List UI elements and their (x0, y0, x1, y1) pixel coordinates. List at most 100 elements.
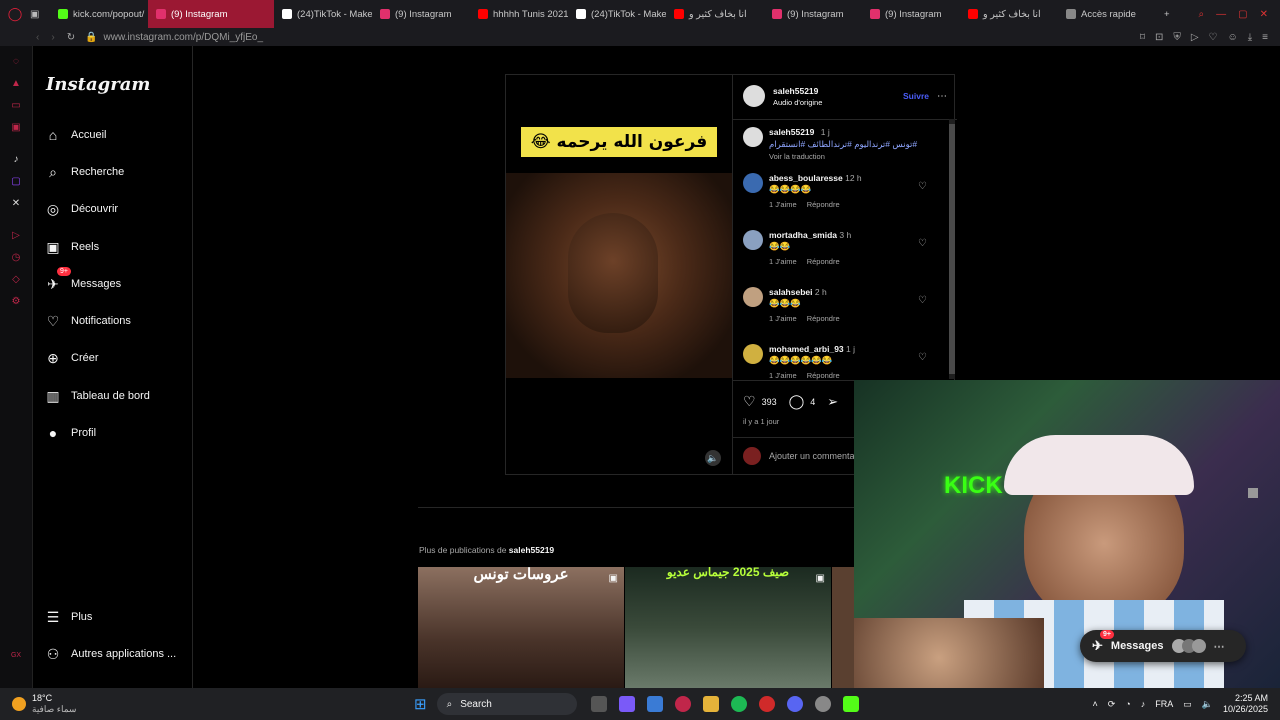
mute-icon[interactable]: 🔈 (705, 450, 721, 466)
wifi-icon[interactable]: ◔ (1125, 699, 1130, 709)
mic-icon[interactable]: ♪ (1141, 699, 1146, 709)
more-button[interactable]: ☰ Plus (45, 606, 93, 628)
nav-item-profile[interactable]: ● Profil (45, 422, 96, 444)
new-tab-button[interactable]: + (1156, 0, 1178, 28)
reply-button[interactable]: Répondre (807, 371, 840, 380)
play-icon[interactable]: ▷ (1191, 32, 1199, 43)
nav-item-search[interactable]: ⌕ Recherche (45, 161, 124, 183)
like-icon[interactable]: ♡ (743, 393, 756, 410)
workspaces-icon[interactable]: ▣ (30, 9, 50, 20)
comment-likes[interactable]: 1 J'aime (769, 314, 797, 323)
comment-like-icon[interactable]: ♡ (918, 181, 927, 192)
file-explorer-icon[interactable] (702, 696, 719, 712)
video-frame[interactable] (506, 173, 732, 378)
desc-user[interactable]: saleh55219 (769, 127, 814, 137)
like-count[interactable]: 393 (762, 397, 777, 407)
translate-link[interactable]: Voir la traduction (769, 152, 917, 161)
reply-button[interactable]: Répondre (807, 257, 840, 266)
browser-tab[interactable]: (9) Instagram (372, 0, 470, 28)
browser-tab[interactable]: (24)TikTok - Make (274, 0, 372, 28)
store-icon[interactable] (646, 696, 663, 712)
author-avatar[interactable] (743, 85, 765, 107)
browser-tab[interactable]: (9) Instagram (764, 0, 862, 28)
nav-item-messenger[interactable]: ✈ Messages 9+ (45, 267, 121, 295)
commenter-avatar[interactable] (743, 173, 763, 193)
commenter-avatar[interactable] (743, 287, 763, 307)
opera-menu-icon[interactable]: ◯ (0, 6, 30, 22)
nav-item-home[interactable]: ⌂ Accueil (45, 124, 107, 146)
comment-user[interactable]: abess_boularesse (769, 173, 843, 183)
browser-tab[interactable]: (24)TikTok - Make (568, 0, 666, 28)
browser-tab[interactable]: Accès rapide (1058, 0, 1156, 28)
reload-icon[interactable]: ↻ (67, 32, 75, 43)
desc-hashtags[interactable]: تونس #ترنداليوم #ترندالطائف #انستقرام# (769, 139, 917, 150)
copilot-icon[interactable] (618, 696, 635, 712)
back-icon[interactable]: ‹ (36, 32, 39, 43)
mail-icon[interactable]: ▣ (10, 122, 22, 134)
windows-start-icon[interactable]: ⊞ (414, 695, 427, 713)
heart-icon[interactable]: ♡ (1209, 32, 1218, 43)
browser-tab[interactable]: hhhhh Tunis 2021 (470, 0, 568, 28)
url-field[interactable]: www.instagram.com/p/DQMi_yfjEo_ (104, 32, 264, 43)
comment-likes[interactable]: 1 J'aime (769, 257, 797, 266)
comment-user[interactable]: mortadha_smida (769, 230, 837, 240)
x-icon[interactable]: ✕ (10, 198, 22, 210)
aria-icon[interactable]: ◌ (10, 56, 22, 68)
browser-tab[interactable]: (9) Instagram (148, 0, 274, 28)
reply-button[interactable]: Répondre (807, 200, 840, 209)
tiktok-sidebar-icon[interactable]: ♪ (10, 154, 22, 166)
post-thumbnail[interactable]: عروسات تونس ▣ (418, 567, 624, 688)
app-icon[interactable] (758, 696, 775, 712)
audio-label[interactable]: Audio d'origine (773, 98, 822, 107)
commenter-avatar[interactable] (743, 344, 763, 364)
share-icon[interactable]: ➢ (827, 394, 838, 410)
minimize-icon[interactable]: — (1216, 9, 1226, 20)
gx-icon[interactable]: GX (10, 650, 22, 662)
comment-likes[interactable]: 1 J'aime (769, 371, 797, 380)
instagram-logo[interactable]: Instagram (46, 74, 150, 95)
other-apps-button[interactable]: ⚇ Autres applications ... (45, 643, 176, 665)
player-icon[interactable]: ▷ (10, 230, 22, 242)
kick-icon[interactable] (842, 696, 859, 712)
post-thumbnail[interactable]: صيف 2025 جيماس عديو ▣ (625, 567, 831, 688)
comment-like-icon[interactable]: ♡ (918, 295, 927, 306)
network-icon[interactable]: ⟳ (1108, 699, 1116, 710)
snapshot-icon[interactable]: ⊡ (1155, 32, 1163, 43)
comment-like-icon[interactable]: ♡ (918, 238, 927, 249)
nav-item-plus[interactable]: ⊕ Créer (45, 347, 98, 369)
settings-icon[interactable]: ⚙ (10, 296, 22, 308)
nav-item-dashboard[interactable]: ▥ Tableau de bord (45, 385, 150, 407)
browser-tab[interactable]: kick.com/popout/ (50, 0, 148, 28)
nav-item-reels[interactable]: ▣ Reels (45, 236, 99, 258)
search-tabs-icon[interactable]: ⌕ (1199, 9, 1205, 20)
display-icon[interactable]: ▭ (1183, 699, 1192, 710)
forward-icon[interactable]: › (51, 32, 54, 43)
easy-setup-icon[interactable]: ≡ (1262, 32, 1268, 43)
crypto-icon[interactable]: ▲ (10, 78, 22, 90)
messenger-icon[interactable]: ▭ (10, 100, 22, 112)
language-indicator[interactable]: FRA (1155, 699, 1173, 709)
account-icon[interactable]: ☺ (1228, 32, 1238, 43)
author-avatar[interactable] (743, 127, 763, 147)
comment-user[interactable]: mohamed_arbi_93 (769, 344, 844, 354)
post-thumbnail[interactable] (832, 567, 854, 688)
discord-icon[interactable] (786, 696, 803, 712)
comments-scrollbar[interactable] (949, 119, 955, 379)
comment-like-icon[interactable]: ♡ (918, 352, 927, 363)
cube-icon[interactable]: ◇ (10, 274, 22, 286)
commenter-avatar[interactable] (743, 230, 763, 250)
shield-icon[interactable]: ⛨ (1173, 32, 1181, 43)
nav-item-heart[interactable]: ♡ Notifications (45, 310, 131, 332)
opera-gx-icon[interactable] (674, 696, 691, 712)
weather-widget[interactable]: 18°C سماء صافية (12, 693, 152, 715)
history-icon[interactable]: ◷ (10, 252, 22, 264)
browser-tab[interactable]: (9) Instagram (862, 0, 960, 28)
taskbar-search[interactable]: ⌕ Search (436, 693, 577, 715)
twitch-icon[interactable]: ▢ (10, 176, 22, 188)
comment-user[interactable]: salahsebei (769, 287, 812, 297)
clock[interactable]: 2:25 AM 10/26/2025 (1223, 693, 1268, 715)
reply-button[interactable]: Répondre (807, 314, 840, 323)
download-icon[interactable]: ⤓ (1248, 32, 1252, 43)
browser-tab[interactable]: انا بخاف كثير و (666, 0, 764, 28)
browser-tab[interactable]: انا بخاف كثير و (960, 0, 1058, 28)
